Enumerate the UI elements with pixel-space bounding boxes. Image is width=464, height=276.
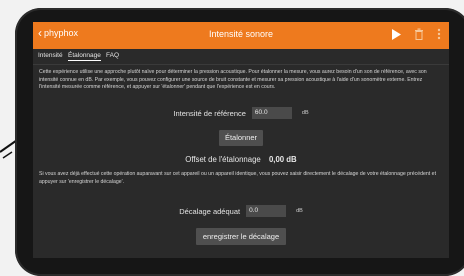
reference-label: Intensité de référence: [173, 108, 246, 118]
play-icon[interactable]: [392, 29, 401, 40]
trash-icon[interactable]: [414, 28, 424, 40]
app-screen: ‹ phyphox Intensité sonore Intensité Éta…: [33, 22, 449, 258]
reference-unit: dB: [301, 110, 309, 116]
offset-input-unit: dB: [296, 208, 303, 214]
offset-value: 0,00 dB: [268, 155, 297, 164]
intro-paragraph: Cette expérience utilise une approche pl…: [39, 69, 427, 91]
tab-intensity[interactable]: Intensité: [38, 52, 63, 59]
reference-input[interactable]: 60.0: [251, 107, 292, 119]
more-vertical-icon[interactable]: [437, 28, 441, 40]
tab-bar: Intensité Étalonnage FAQ: [33, 49, 449, 65]
offset-input-row: Décalage adéquat 0.0 dB: [33, 205, 449, 217]
top-bar: ‹ phyphox Intensité sonore: [33, 22, 449, 49]
offset-input-label: Décalage adéquat: [179, 206, 241, 216]
offset-display: Offset de l'étalonnage 0,00 dB: [33, 155, 449, 164]
previous-offset-paragraph: Si vous avez déjà effectué cette opérati…: [39, 171, 437, 185]
reference-row: Intensité de référence 60.0 dB: [33, 107, 449, 119]
tab-faq[interactable]: FAQ: [106, 52, 119, 59]
offset-input[interactable]: 0.0: [246, 205, 287, 217]
tab-calibration[interactable]: Étalonnage: [68, 52, 101, 61]
calibrate-button[interactable]: Étalonner: [219, 130, 263, 146]
save-offset-button[interactable]: enregistrer le décalage: [196, 228, 286, 245]
offset-label: Offset de l'étalonnage: [185, 155, 261, 164]
page-title: Intensité sonore: [208, 29, 274, 39]
